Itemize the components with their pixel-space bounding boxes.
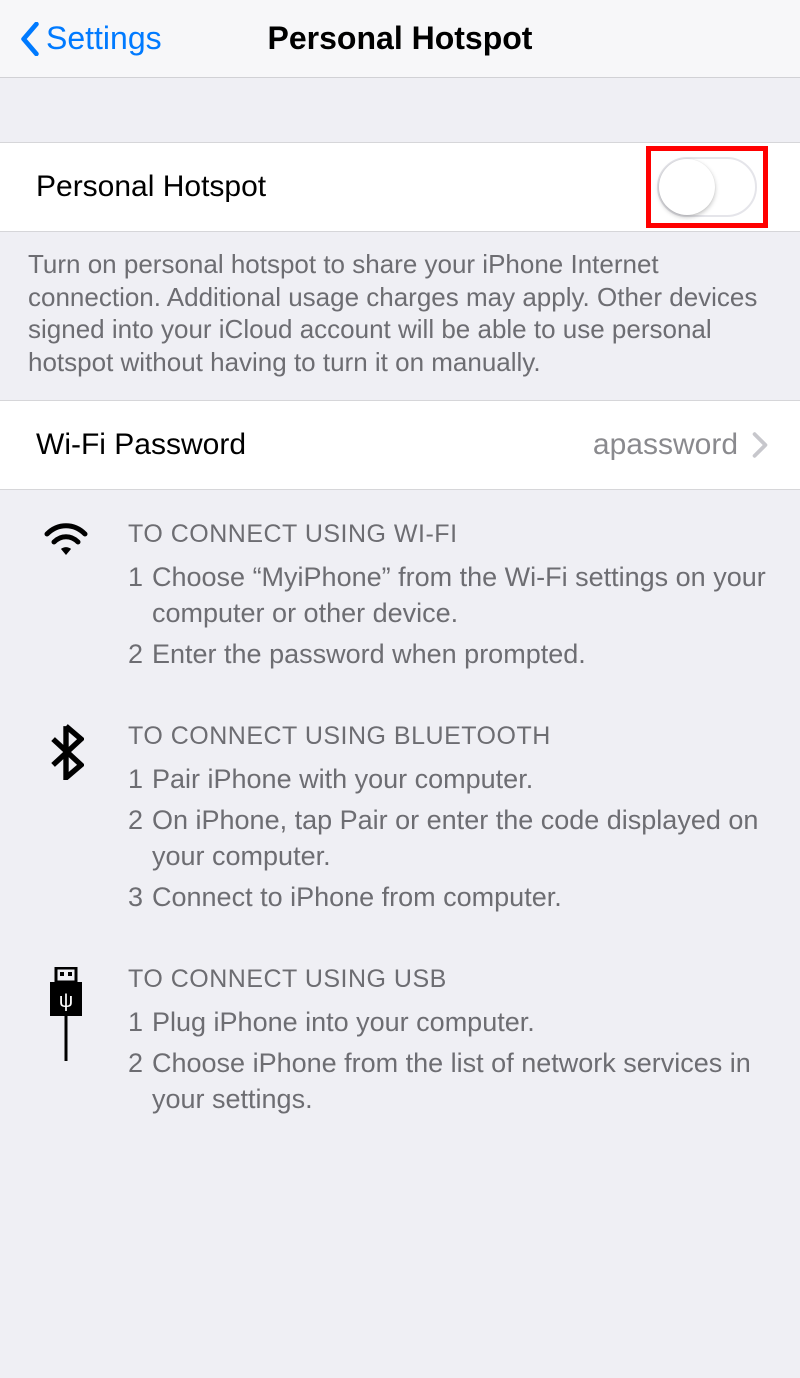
nav-bar: Settings Personal Hotspot: [0, 0, 800, 78]
hotspot-label: Personal Hotspot: [36, 170, 646, 204]
list-item: 2 Enter the password when prompted.: [128, 636, 772, 672]
usb-instructions: ψ TO CONNECT USING USB 1 Plug iPhone int…: [40, 965, 772, 1121]
list-item: 3 Connect to iPhone from computer.: [128, 879, 772, 915]
toggle-knob: [659, 159, 715, 215]
back-button[interactable]: Settings: [20, 0, 162, 77]
list-item: 2 On iPhone, tap Pair or enter the code …: [128, 802, 772, 875]
list-item: 2 Choose iPhone from the list of network…: [128, 1045, 772, 1118]
hotspot-toggle[interactable]: [657, 157, 757, 217]
bluetooth-step-3: Connect to iPhone from computer.: [152, 879, 772, 915]
list-item: 1 Plug iPhone into your computer.: [128, 1004, 772, 1040]
bluetooth-heading: TO CONNECT USING BLUETOOTH: [128, 722, 772, 751]
wifi-step-2: Enter the password when prompted.: [152, 636, 772, 672]
chevron-left-icon: [20, 22, 40, 56]
wifi-password-value: apassword: [593, 428, 738, 462]
wifi-instructions: TO CONNECT USING WI-FI 1 Choose “MyiPhon…: [40, 520, 772, 676]
wifi-heading: TO CONNECT USING WI-FI: [128, 520, 772, 549]
hotspot-description: Turn on personal hotspot to share your i…: [0, 232, 800, 400]
bluetooth-icon: [40, 724, 92, 919]
section-spacer: [0, 78, 800, 142]
chevron-right-icon: [752, 432, 768, 458]
wifi-password-row[interactable]: Wi-Fi Password apassword: [0, 400, 800, 490]
usb-heading: TO CONNECT USING USB: [128, 965, 772, 994]
highlight-box: [646, 146, 768, 228]
page-title: Personal Hotspot: [268, 20, 533, 57]
bluetooth-step-2: On iPhone, tap Pair or enter the code di…: [152, 802, 772, 875]
bluetooth-instructions: TO CONNECT USING BLUETOOTH 1 Pair iPhone…: [40, 722, 772, 919]
usb-step-1: Plug iPhone into your computer.: [152, 1004, 772, 1040]
wifi-step-1: Choose “MyiPhone” from the Wi-Fi setting…: [152, 559, 772, 632]
svg-text:ψ: ψ: [59, 990, 73, 1012]
list-item: 1 Choose “MyiPhone” from the Wi-Fi setti…: [128, 559, 772, 632]
bluetooth-step-1: Pair iPhone with your computer.: [152, 761, 772, 797]
usb-step-2: Choose iPhone from the list of network s…: [152, 1045, 772, 1118]
back-label: Settings: [46, 20, 162, 57]
wifi-password-label: Wi-Fi Password: [36, 428, 593, 462]
usb-icon: ψ: [40, 967, 92, 1121]
list-item: 1 Pair iPhone with your computer.: [128, 761, 772, 797]
instructions-section: TO CONNECT USING WI-FI 1 Choose “MyiPhon…: [0, 490, 800, 1121]
hotspot-toggle-row: Personal Hotspot: [0, 142, 800, 232]
wifi-icon: [40, 522, 92, 676]
